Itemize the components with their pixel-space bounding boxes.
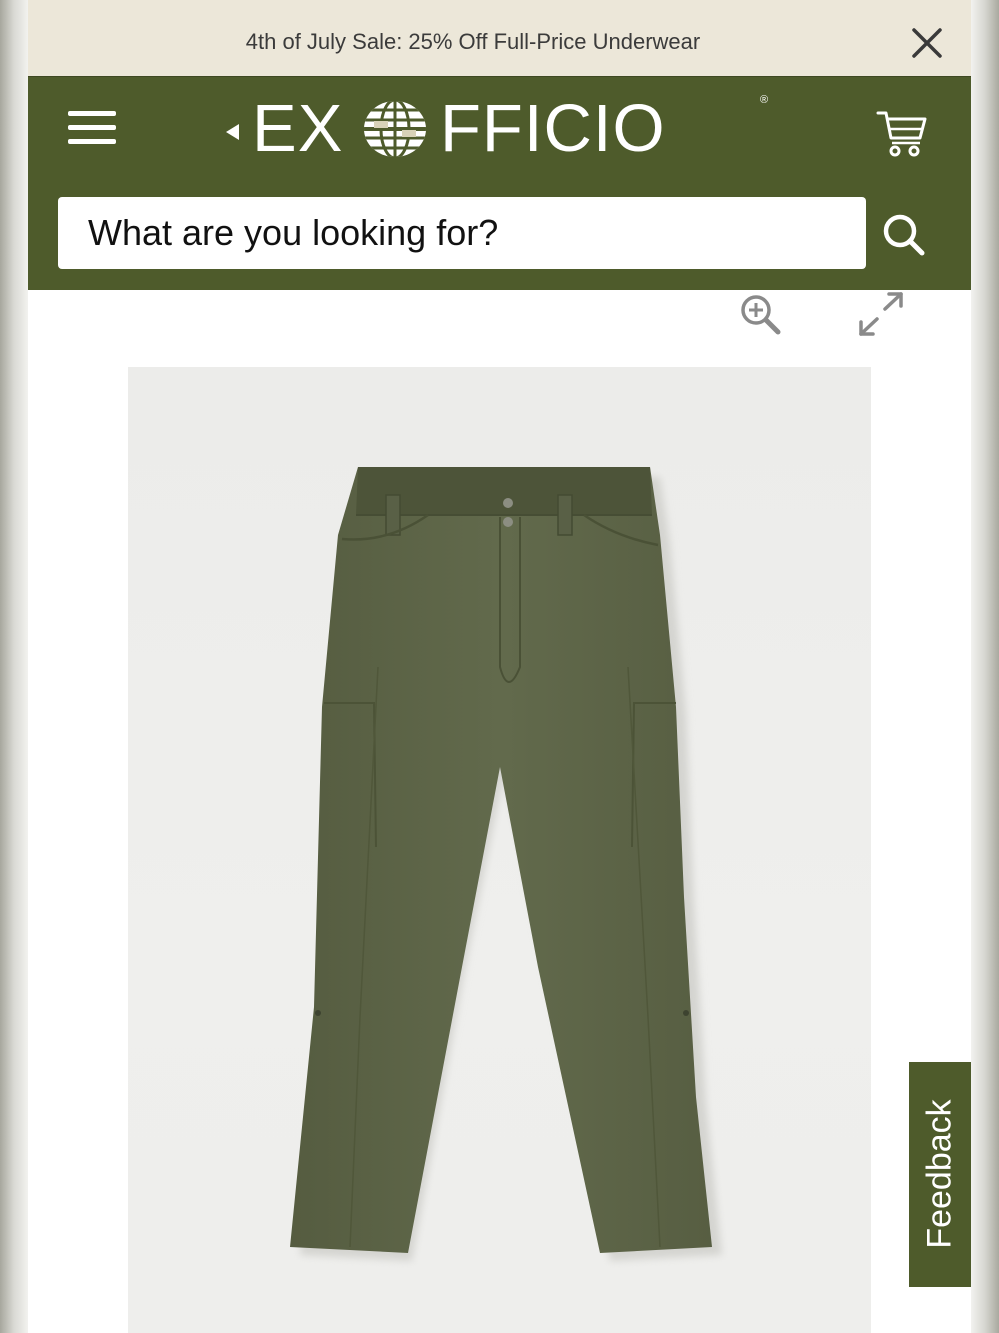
globe-icon	[364, 101, 426, 157]
back-arrow-icon	[226, 124, 239, 140]
exofficio-logo[interactable]: EX FFICIO ®	[218, 93, 778, 165]
logo-text-right: FFICIO	[440, 91, 666, 166]
pants-illustration	[290, 467, 722, 1261]
product-image[interactable]	[128, 367, 871, 1333]
search-input[interactable]	[58, 197, 866, 269]
promo-text[interactable]: 4th of July Sale: 25% Off Full-Price Und…	[28, 0, 918, 84]
logo-text-left: EX	[252, 91, 344, 166]
feedback-label: Feedback	[920, 1099, 959, 1249]
product-page: 4th of July Sale: 25% Off Full-Price Und…	[28, 0, 971, 1333]
search-icon[interactable]	[876, 207, 932, 263]
feedback-tab[interactable]: Feedback	[909, 1062, 971, 1287]
promo-banner: 4th of July Sale: 25% Off Full-Price Und…	[28, 0, 971, 76]
close-icon[interactable]	[908, 24, 946, 62]
expand-icon[interactable]	[856, 290, 906, 338]
site-header: EX FFICIO ®	[28, 76, 971, 290]
registered-mark: ®	[760, 94, 769, 106]
shopping-cart-icon[interactable]	[874, 105, 930, 161]
zoom-in-icon[interactable]	[736, 290, 784, 338]
hamburger-menu-icon[interactable]	[64, 107, 120, 149]
